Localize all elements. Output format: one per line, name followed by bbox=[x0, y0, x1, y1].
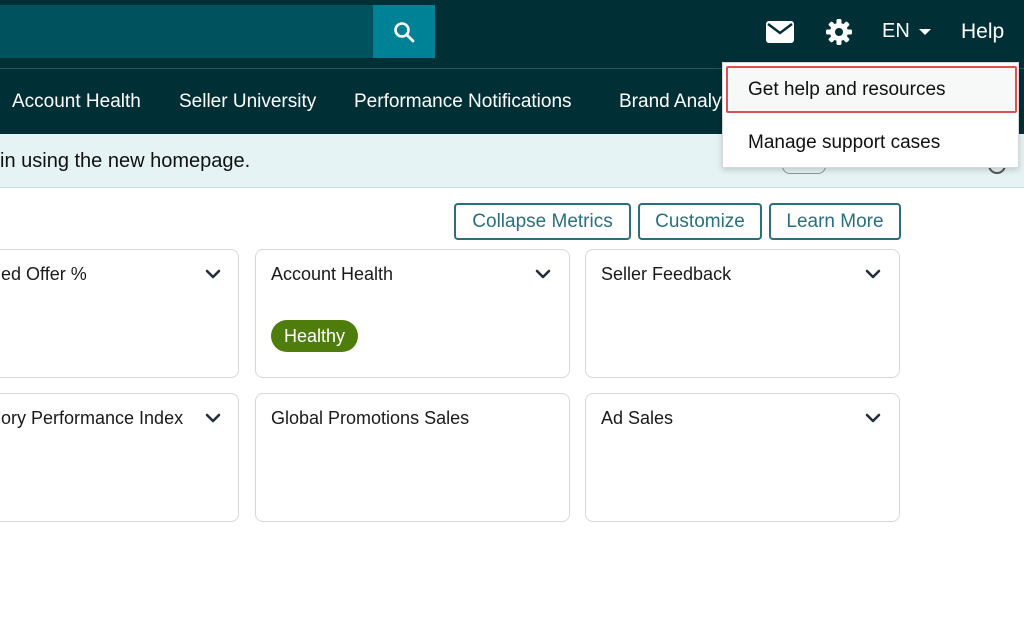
metric-card-seller-feedback: Seller Feedback bbox=[585, 249, 900, 378]
nav-item-seller-university[interactable]: Seller University bbox=[179, 91, 316, 113]
gear-icon bbox=[826, 19, 852, 45]
healthy-status-badge: Healthy bbox=[271, 320, 359, 352]
card-title: Global Promotions Sales bbox=[271, 408, 470, 428]
search-input[interactable] bbox=[0, 5, 373, 58]
top-bar: EN Help bbox=[0, 0, 1024, 68]
nav-items: Account Health Seller University Perform… bbox=[0, 69, 724, 135]
language-label: EN bbox=[882, 20, 910, 42]
nav-item-brand-analytics[interactable]: Brand Analytics bbox=[619, 91, 724, 113]
collapse-metrics-button[interactable]: Collapse Metrics bbox=[454, 203, 631, 240]
metric-card-global-promotions: Global Promotions Sales bbox=[255, 393, 570, 522]
metric-card-featured-offer: ed Offer % bbox=[0, 249, 239, 378]
banner-text: in using the new homepage. bbox=[0, 150, 251, 172]
chevron-down-icon[interactable] bbox=[863, 408, 883, 428]
caret-down-icon bbox=[918, 28, 931, 35]
mail-icon bbox=[766, 21, 794, 43]
card-title: Account Health bbox=[271, 264, 394, 284]
nav-item-performance-notifications[interactable]: Performance Notifications bbox=[354, 91, 572, 113]
card-title: Seller Feedback bbox=[601, 264, 732, 284]
help-menu-button[interactable]: Help bbox=[961, 20, 1004, 44]
learn-more-button[interactable]: Learn More bbox=[769, 203, 901, 240]
chevron-down-icon[interactable] bbox=[203, 264, 223, 284]
menu-item-manage-support-cases[interactable]: Manage support cases bbox=[748, 132, 940, 154]
chevron-down-icon[interactable] bbox=[203, 408, 223, 428]
metric-card-inventory-performance: ory Performance Index bbox=[0, 393, 239, 522]
card-title: ed Offer % bbox=[1, 264, 87, 284]
card-title: Ad Sales bbox=[601, 408, 674, 428]
mail-button[interactable] bbox=[766, 20, 794, 44]
search-button[interactable] bbox=[373, 5, 435, 58]
help-dropdown-menu: Get help and resources Manage support ca… bbox=[722, 62, 1019, 168]
metric-card-ad-sales: Ad Sales bbox=[585, 393, 900, 522]
search-icon bbox=[394, 21, 415, 42]
menu-item-get-help[interactable]: Get help and resources bbox=[748, 79, 946, 101]
language-selector[interactable]: EN bbox=[882, 20, 932, 43]
customize-button[interactable]: Customize bbox=[638, 203, 762, 240]
card-title: ory Performance Index bbox=[1, 408, 184, 428]
metric-card-account-health: Account Health Healthy bbox=[255, 249, 570, 378]
settings-button[interactable] bbox=[825, 18, 853, 46]
chevron-down-icon[interactable] bbox=[863, 264, 883, 284]
nav-item-account-health[interactable]: Account Health bbox=[12, 91, 141, 113]
chevron-down-icon[interactable] bbox=[533, 264, 553, 284]
